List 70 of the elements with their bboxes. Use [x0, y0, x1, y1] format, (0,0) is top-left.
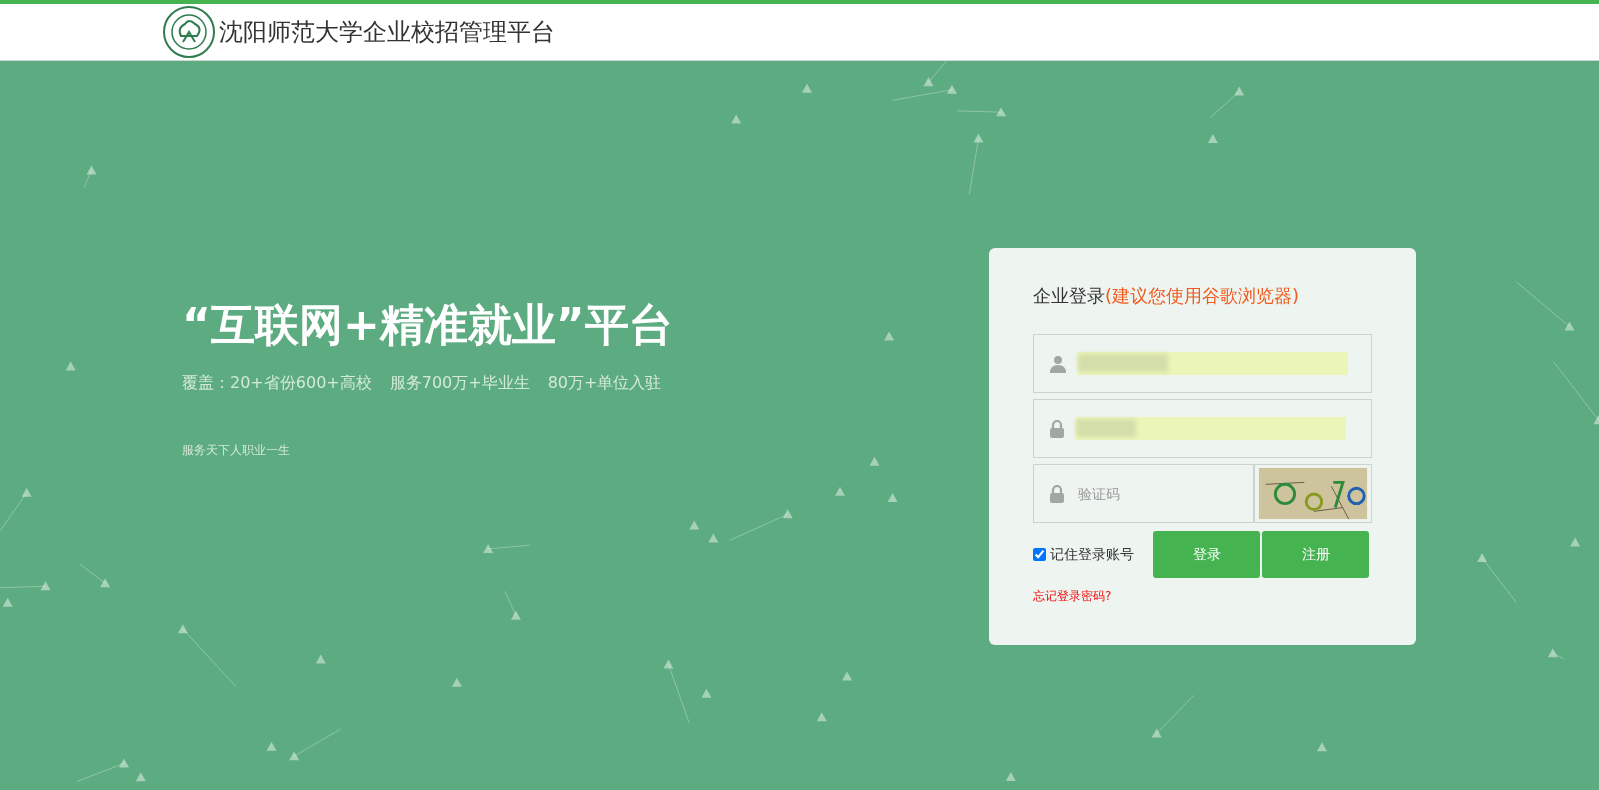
network-node-triangle	[483, 543, 494, 553]
network-node-triangle	[1151, 728, 1162, 738]
network-node-triangle	[884, 331, 895, 341]
network-link-line	[79, 563, 106, 584]
login-title: 企业登录	[1033, 284, 1105, 308]
network-node-triangle	[1564, 321, 1575, 331]
network-node-triangle	[1207, 134, 1218, 144]
network-node-triangle	[86, 165, 97, 175]
hero-stat: 80万+单位入驻	[547, 373, 662, 394]
network-node-triangle	[1593, 415, 1599, 425]
network-node-triangle	[1234, 86, 1245, 96]
network-node-triangle	[663, 659, 674, 669]
network-node-triangle	[21, 487, 32, 497]
network-node-triangle	[708, 533, 719, 543]
network-link-line	[1156, 694, 1195, 735]
network-node-triangle	[315, 654, 326, 664]
network-node-triangle	[65, 361, 76, 371]
network-node-triangle	[996, 107, 1007, 117]
captcha-image[interactable]	[1254, 464, 1372, 523]
network-node-triangle	[946, 84, 957, 94]
network-node-triangle	[973, 133, 984, 143]
network-node-triangle	[510, 610, 521, 620]
network-node-triangle	[2, 597, 13, 607]
network-node-triangle	[135, 772, 146, 782]
network-node-triangle	[1570, 537, 1581, 547]
network-node-triangle	[1005, 771, 1016, 781]
lock-icon	[1050, 419, 1064, 438]
lock-icon	[1050, 484, 1064, 503]
network-node-triangle	[816, 712, 827, 722]
network-node-triangle	[266, 741, 277, 751]
network-node-triangle	[100, 578, 111, 588]
network-link-line	[1516, 281, 1570, 327]
hero-tagline: 服务天下人职业一生	[182, 442, 291, 459]
network-node-triangle	[118, 758, 129, 768]
username-field[interactable]	[1033, 334, 1372, 393]
network-node-triangle	[887, 493, 898, 503]
hero-headline: “互联网+精准就业”平台	[182, 298, 673, 352]
network-node-triangle	[1547, 648, 1558, 658]
network-node-triangle	[451, 677, 462, 687]
network-node-triangle	[835, 486, 845, 496]
network-node-triangle	[782, 509, 793, 519]
network-node-triangle	[842, 671, 853, 681]
remember-label: 记住登录账号	[1050, 545, 1134, 564]
network-node-triangle	[689, 520, 700, 530]
network-node-triangle	[731, 114, 742, 124]
user-icon	[1050, 354, 1066, 373]
login-button[interactable]: 登录	[1153, 531, 1260, 578]
hero-stat: 覆盖：20+省份600+高校	[182, 373, 372, 394]
network-node-triangle	[701, 688, 712, 698]
network-node-triangle	[40, 581, 51, 591]
captcha-field[interactable]: 验证码	[1076, 472, 1237, 515]
network-node-triangle	[869, 456, 880, 466]
platform-title: 沈阳师范大学企业校招管理平台	[219, 17, 555, 48]
captcha-field-box[interactable]: 验证码	[1033, 464, 1254, 523]
network-node-triangle	[1477, 553, 1488, 563]
register-button[interactable]: 注册	[1262, 531, 1369, 578]
network-link-line	[293, 728, 342, 757]
network-link-line	[956, 110, 1002, 113]
password-field[interactable]	[1033, 399, 1372, 458]
university-logo-icon	[163, 6, 215, 58]
network-node-triangle	[289, 751, 300, 761]
remember-checkbox[interactable]	[1033, 548, 1046, 561]
network-node-triangle	[177, 624, 188, 634]
network-link-line	[1553, 361, 1599, 421]
network-node-triangle	[923, 77, 934, 87]
network-node-triangle	[802, 83, 812, 93]
browser-notice: (建议您使用谷歌浏览器)	[1105, 284, 1300, 308]
network-node-triangle	[1316, 742, 1327, 752]
hero-stat: 服务700万+毕业生	[389, 373, 530, 394]
forgot-password-link[interactable]: 忘记登录密码?	[1033, 588, 1112, 605]
